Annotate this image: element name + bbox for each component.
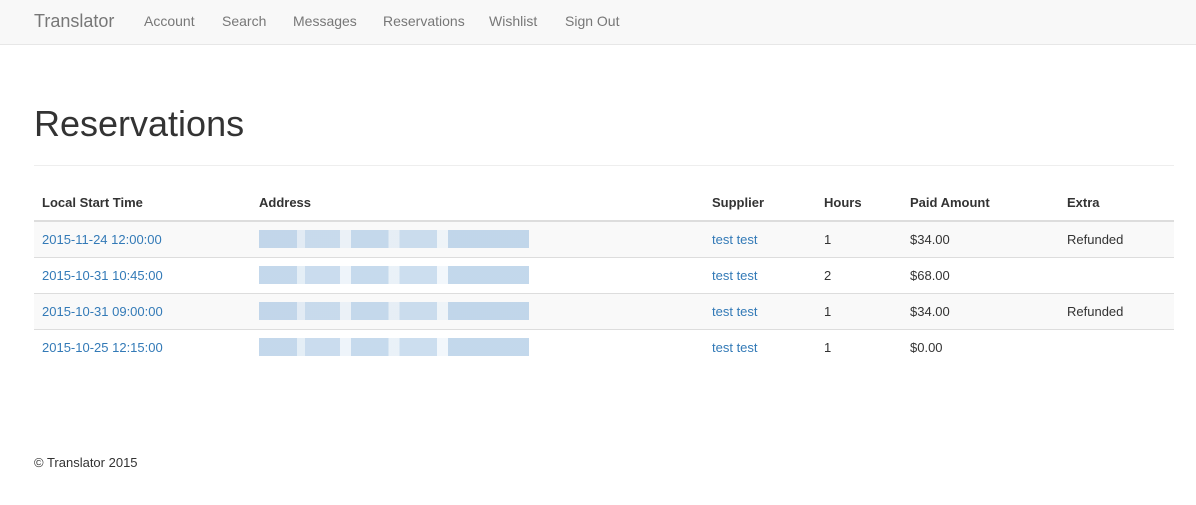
start-time-link[interactable]: 2015-11-24 12:00:00 [42,232,162,247]
extra-cell [1059,328,1174,365]
header-local-start-time: Local Start Time [34,185,251,222]
nav-account[interactable]: Account [144,13,195,29]
start-time-link[interactable]: 2015-10-31 10:45:00 [42,268,163,283]
header-address: Address [251,185,704,222]
reservations-table: Local Start Time Address Supplier Hours … [34,185,1174,365]
header-paid-amount: Paid Amount [902,185,1059,222]
nav-sign-out[interactable]: Sign Out [565,13,619,29]
paid-amount-cell: $34.00 [902,292,1059,329]
footer-copyright: © Translator 2015 [34,455,138,470]
paid-amount-cell: $68.00 [902,256,1059,293]
table-row: 2015-10-31 10:45:00 test test 2 $68.00 [34,256,1174,293]
extra-cell [1059,256,1174,293]
header-extra: Extra [1059,185,1174,222]
table-header-row: Local Start Time Address Supplier Hours … [34,185,1174,222]
start-time-link[interactable]: 2015-10-25 12:15:00 [42,340,163,355]
redacted-address [259,266,529,284]
redacted-address [259,338,529,357]
supplier-link[interactable]: test test [712,340,758,355]
nav-wishlist[interactable]: Wishlist [489,13,537,29]
header-supplier: Supplier [704,185,816,222]
hours-cell: 1 [816,292,902,329]
page-title: Reservations [34,103,245,144]
paid-amount-cell: $0.00 [902,328,1059,365]
nav-search[interactable]: Search [222,13,266,29]
nav-reservations[interactable]: Reservations [383,13,465,29]
table-row: 2015-10-31 09:00:00 test test 1 $34.00 R… [34,292,1174,329]
navbar: Translator Account Search Messages Reser… [0,0,1196,45]
extra-cell: Refunded [1059,220,1174,257]
hours-cell: 2 [816,256,902,293]
extra-cell: Refunded [1059,292,1174,329]
supplier-link[interactable]: test test [712,232,758,247]
header-hours: Hours [816,185,902,222]
start-time-link[interactable]: 2015-10-31 09:00:00 [42,304,163,319]
title-divider [34,165,1174,166]
redacted-address [259,230,529,249]
hours-cell: 1 [816,328,902,365]
brand-link[interactable]: Translator [34,10,114,32]
paid-amount-cell: $34.00 [902,220,1059,257]
nav-messages[interactable]: Messages [293,13,357,29]
supplier-link[interactable]: test test [712,268,758,283]
hours-cell: 1 [816,220,902,257]
table-row: 2015-11-24 12:00:00 test test 1 $34.00 R… [34,220,1174,257]
supplier-link[interactable]: test test [712,304,758,319]
table-row: 2015-10-25 12:15:00 test test 1 $0.00 [34,328,1174,365]
redacted-address [259,302,529,320]
